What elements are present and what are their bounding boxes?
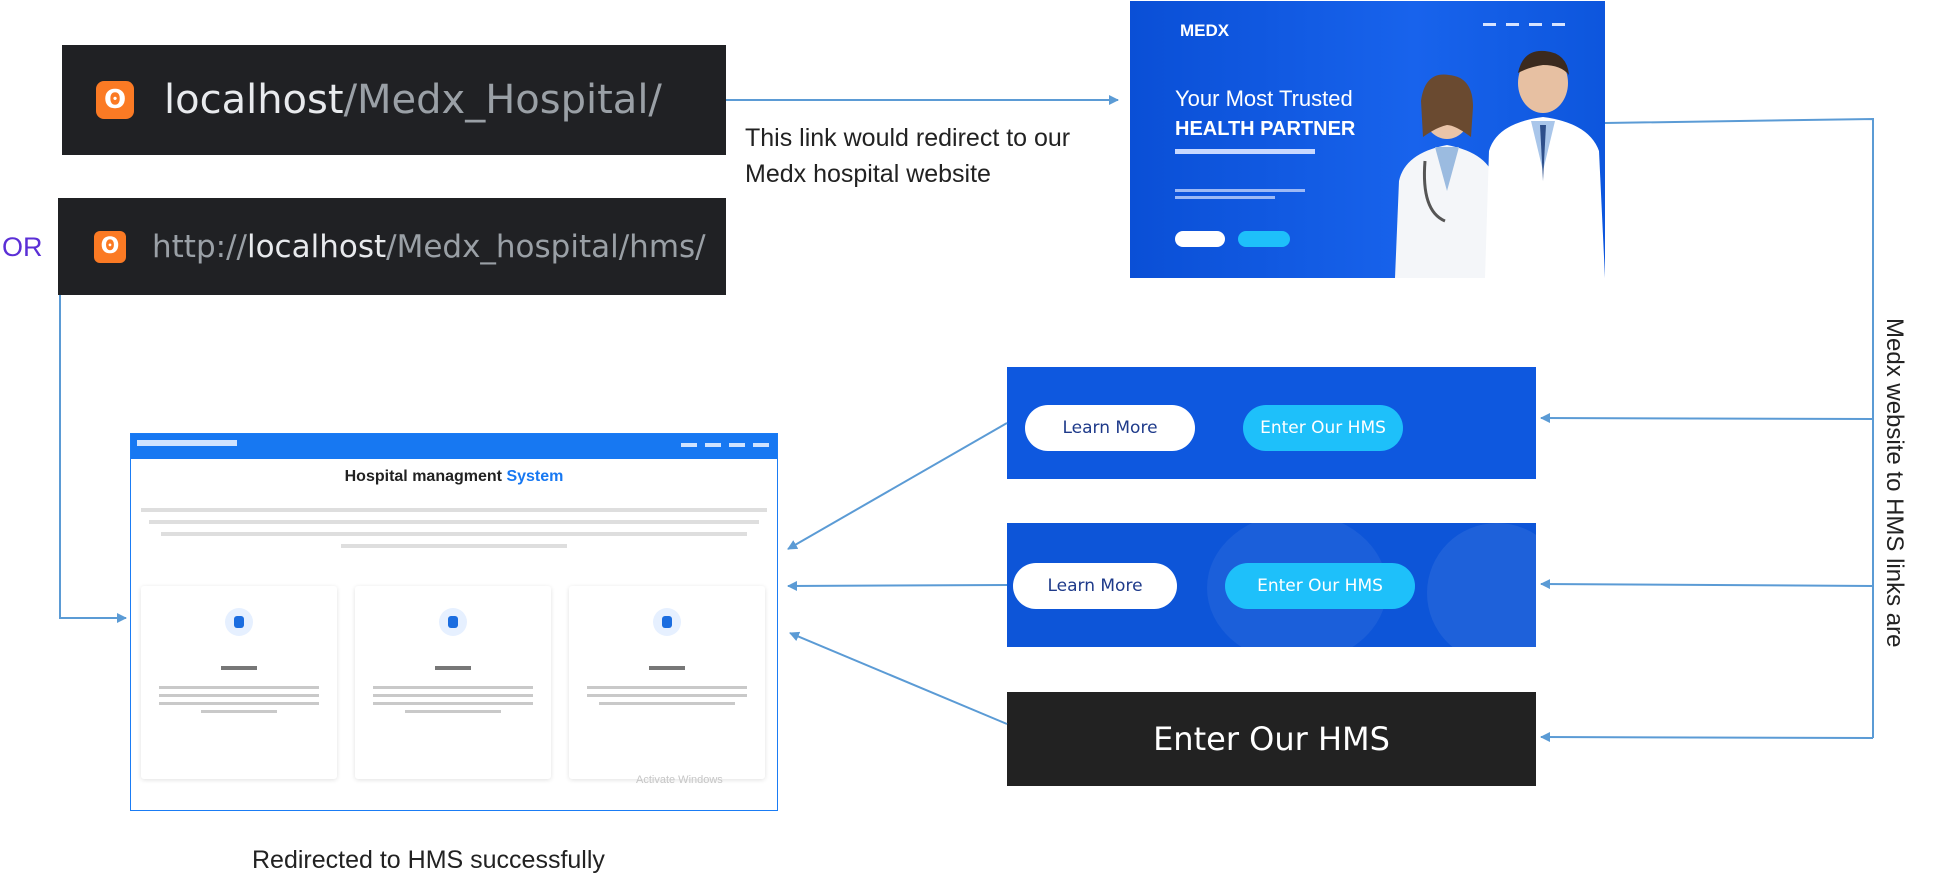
arrow-to-panel-1 <box>1540 413 1874 424</box>
arrow-panel-3-to-hms <box>789 631 1008 725</box>
arrow-to-panel-2 <box>1540 579 1874 590</box>
learn-more-button[interactable]: Learn More <box>1013 563 1177 609</box>
connector-arrows <box>59 95 1874 743</box>
bracket-line <box>1604 117 1874 738</box>
arrow-panel-2-to-hms <box>787 580 1008 591</box>
arrow-panel-1-to-hms <box>787 422 1008 550</box>
arrow-to-panel-3 <box>1540 732 1874 743</box>
arrow-url-to-hms <box>59 295 127 623</box>
enter-hms-button[interactable]: Enter Our HMS <box>1225 563 1415 609</box>
